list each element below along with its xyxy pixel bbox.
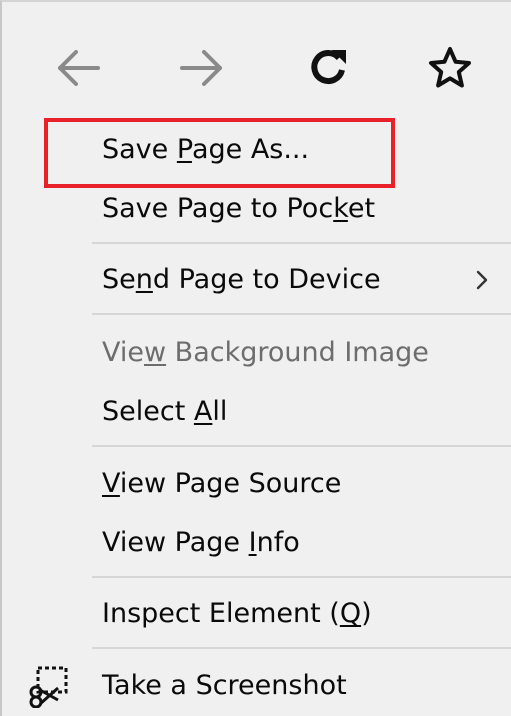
view-background-image-item: View Background Image: [102, 333, 429, 373]
label-text: Se: [102, 264, 136, 295]
back-arrow-icon: [58, 50, 100, 86]
label-text: iew Page Source: [119, 468, 342, 499]
submenu-chevron-right-icon: [476, 270, 488, 290]
menu-separator: [92, 242, 511, 244]
label-text: ll: [212, 396, 228, 427]
save-page-to-pocket-item[interactable]: Save Page to Pocket: [102, 189, 375, 229]
forward-arrow-icon: [180, 50, 222, 86]
select-all-item[interactable]: Select All: [102, 392, 227, 432]
label-text: Background Image: [166, 337, 429, 368]
access-key: k: [333, 193, 348, 224]
menu-separator: [92, 445, 511, 447]
access-key: V: [102, 468, 120, 499]
reload-button[interactable]: [298, 38, 358, 98]
bookmark-button[interactable]: [420, 38, 480, 98]
access-key: P: [176, 134, 192, 165]
screenshot-scissors-icon: [29, 666, 68, 708]
menu-separator: [92, 576, 511, 578]
send-page-to-device-item[interactable]: Send Page to Device: [102, 260, 381, 300]
menu-separator: [92, 647, 511, 649]
label-text: et: [347, 193, 376, 224]
label-text: age As...: [191, 134, 310, 165]
take-a-screenshot-item[interactable]: Take a Screenshot: [102, 666, 347, 706]
access-key: w: [144, 337, 167, 368]
save-page-as-item[interactable]: Save Page As...: [102, 130, 309, 170]
access-key: Q: [339, 598, 362, 629]
inspect-element-item[interactable]: Inspect Element (Q): [102, 594, 372, 634]
label-text: nfo: [256, 527, 300, 558]
navigation-bar: [2, 2, 511, 112]
label-text: Take a Screenshot: [102, 670, 347, 701]
access-key: I: [248, 527, 257, 558]
label-text: Save: [102, 134, 177, 165]
access-key: A: [193, 396, 213, 427]
label-text: View Page: [102, 527, 249, 558]
star-icon: [429, 47, 471, 88]
view-page-source-item[interactable]: View Page Source: [102, 464, 341, 504]
label-text: Vie: [102, 337, 144, 368]
view-page-info-item[interactable]: View Page Info: [102, 523, 300, 563]
label-text: Save Page to Poc: [102, 193, 334, 224]
label-text: Select: [102, 396, 194, 427]
reload-icon: [311, 50, 346, 85]
label-text: ): [361, 598, 372, 629]
access-key: n: [135, 264, 153, 295]
label-text: Inspect Element (: [102, 598, 340, 629]
label-text: d Page to Device: [152, 264, 381, 295]
menu-separator: [92, 313, 511, 315]
back-button[interactable]: [48, 38, 108, 98]
forward-button[interactable]: [172, 38, 232, 98]
context-menu: Save Page As... Save Page to Pocket Send…: [0, 0, 511, 716]
